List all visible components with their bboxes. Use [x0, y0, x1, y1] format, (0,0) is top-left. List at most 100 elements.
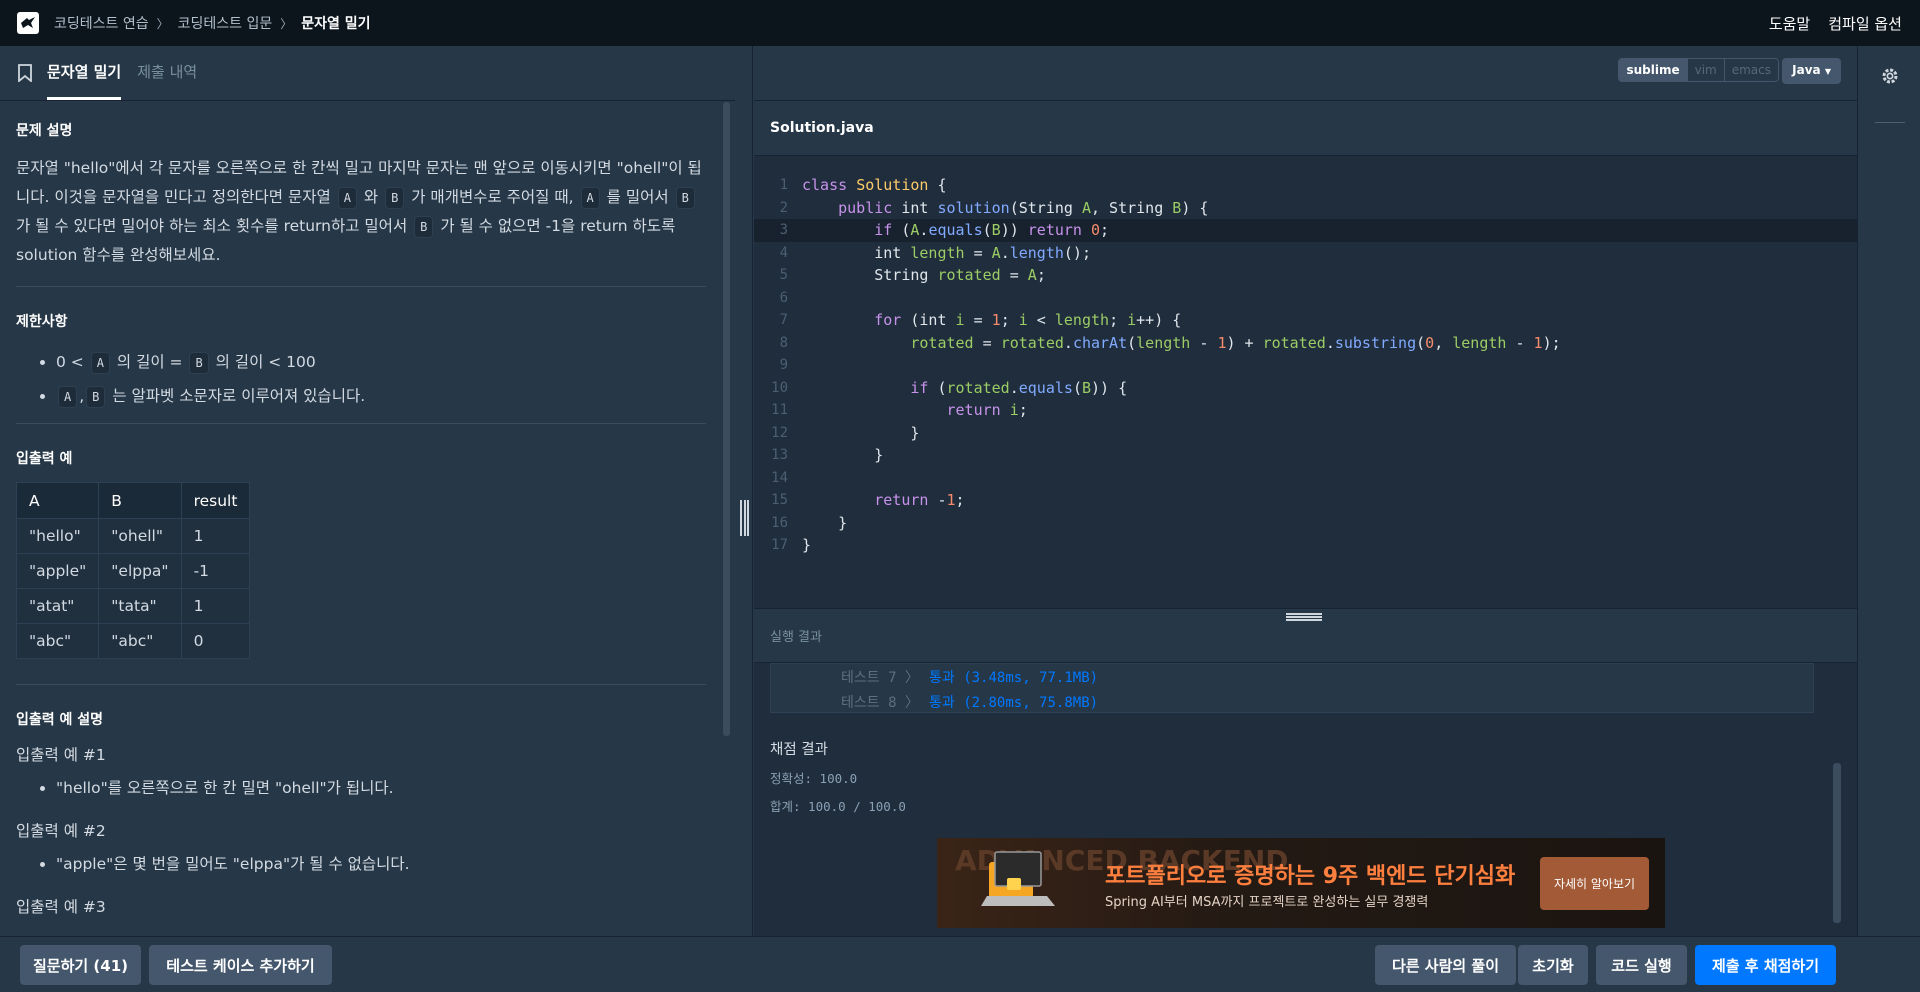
table-cell: "tata": [98, 588, 182, 624]
code-a: A: [580, 187, 600, 209]
code-b: B: [675, 187, 695, 209]
test-result: 통과 (3.48ms, 77.1MB): [929, 669, 1099, 686]
code-line: 9: [754, 354, 1857, 377]
table-cell: -1: [180, 553, 251, 589]
reset-button[interactable]: 초기화: [1518, 945, 1588, 985]
line-number: 12: [771, 424, 788, 441]
table-cell: "elppa": [98, 553, 182, 589]
table-row: "hello" "ohell" 1: [15, 518, 251, 554]
test-results-box: 테스트 7 〉 통과 (3.48ms, 77.1MB) 테스트 8 〉 통과 (…: [770, 663, 1814, 713]
description-part: 가 될 수 있다면 밀어야 하는 최소 횟수를 return하고 밀어서: [16, 217, 408, 235]
table-cell: 1: [180, 518, 251, 554]
add-test-case-button[interactable]: 테스트 케이스 추가하기: [149, 945, 332, 985]
code-line: 5 String rotated = A;: [754, 264, 1857, 287]
code-line: 1 class Solution {: [754, 174, 1857, 197]
test-row: 테스트 7 〉 통과 (3.48ms, 77.1MB): [841, 664, 1813, 689]
line-number: 5: [779, 267, 788, 284]
compile-options-link[interactable]: 컴파일 옵션: [1828, 13, 1902, 34]
breadcrumb: 코딩테스트 연습 〉 코딩테스트 입문 〉 문자열 밀기: [54, 13, 371, 33]
line-number: 7: [779, 312, 788, 329]
table-cell: "apple": [15, 553, 100, 589]
gear-icon[interactable]: [1880, 66, 1900, 86]
grade-title: 채점 결과: [770, 742, 828, 758]
mode-sublime[interactable]: sublime: [1619, 59, 1687, 81]
limit-text: 는 알파벳 소문자로 이루어져 있습니다.: [112, 387, 366, 405]
tab-problem[interactable]: 문자열 밀기: [47, 61, 122, 100]
code-line: 6: [754, 287, 1857, 310]
code-line: 2 public int solution(String A, String B…: [754, 197, 1857, 220]
divider: [16, 423, 706, 424]
test-name: 테스트 8 〉: [841, 694, 919, 711]
table-cell: "ohell": [98, 518, 182, 554]
table-cell: "abc": [15, 623, 100, 659]
description-heading: 문제 설명: [16, 123, 73, 139]
table-row: "abc" "abc" 0: [15, 623, 251, 659]
line-number: 16: [771, 514, 788, 531]
line-number: 15: [771, 492, 788, 509]
ad-subtitle: Spring AI부터 MSA까지 프로젝트로 완성하는 실무 경쟁력: [1105, 895, 1429, 910]
programmers-logo-icon[interactable]: [17, 12, 39, 34]
code-line: 8 rotated = rotated.charAt(length - 1) +…: [754, 332, 1857, 355]
list-item: "apple"은 몇 번을 밀어도 "elppa"가 될 수 없습니다.: [56, 847, 704, 881]
code-line: 13 }: [754, 444, 1857, 467]
code-a: A: [337, 187, 357, 209]
run-code-button[interactable]: 코드 실행: [1596, 945, 1687, 985]
chevron-right-icon: 〉: [280, 16, 293, 31]
limit-text: 의 길이 =: [116, 353, 183, 371]
ask-question-button[interactable]: 질문하기 (41): [20, 945, 141, 985]
line-number: 11: [771, 402, 788, 419]
problem-panel: 문자열 밀기 제출 내역 문제 설명 문자열 "hello"에서 각 문자를 오…: [0, 46, 735, 936]
resize-handle-icon[interactable]: [1286, 613, 1322, 621]
tab-submissions[interactable]: 제출 내역: [137, 61, 197, 100]
breadcrumb-intro[interactable]: 코딩테스트 입문: [178, 13, 273, 33]
code-line-active: 3 if (A.equals(B)) return 0;: [754, 219, 1857, 242]
breadcrumb-practice[interactable]: 코딩테스트 연습: [54, 13, 149, 33]
code-b: B: [189, 352, 209, 374]
table-header: result: [180, 482, 251, 519]
table-row: "apple" "elppa" -1: [15, 553, 251, 589]
code-line: 15 return -1;: [754, 489, 1857, 512]
table-cell: "hello": [15, 518, 100, 554]
line-number: 2: [779, 199, 788, 216]
description-scrollbar[interactable]: [723, 102, 730, 736]
laptop-folder-icon: [981, 851, 1055, 906]
language-label: Java: [1792, 63, 1821, 77]
divider: [16, 684, 706, 685]
mode-vim[interactable]: vim: [1686, 59, 1724, 81]
table-cell: 1: [180, 588, 251, 624]
editor-toolbar: sublime vim emacs Java ▼: [754, 46, 1857, 101]
panel-splitter[interactable]: [735, 46, 753, 936]
mode-emacs[interactable]: emacs: [1723, 59, 1778, 81]
language-dropdown[interactable]: Java ▼: [1782, 58, 1841, 84]
limits-heading: 제한사항: [16, 314, 68, 330]
bookmark-icon[interactable]: [17, 64, 33, 82]
description-part: 가 매개변수로 주어질 때,: [411, 188, 574, 206]
table-header: A: [15, 482, 100, 519]
advertisement-banner[interactable]: ADVANCED BACKEND 포트폴리오로 증명하는 9주 백엔드 단기심화…: [937, 838, 1665, 928]
others-solutions-button[interactable]: 다른 사람의 풀이: [1375, 945, 1516, 985]
line-number: 1: [779, 177, 788, 194]
editor-panel: sublime vim emacs Java ▼ Solution.java 1…: [754, 46, 1857, 936]
code-editor[interactable]: 1 class Solution { 2 public int solution(…: [754, 156, 1857, 608]
limit-text: ,: [79, 387, 85, 405]
help-link[interactable]: 도움말: [1769, 13, 1810, 34]
test-result: 통과 (2.80ms, 75.8MB): [929, 694, 1099, 711]
line-number: 14: [771, 469, 788, 486]
table-header-row: A B result: [15, 482, 251, 519]
code-b: B: [86, 386, 106, 408]
io-heading: 입출력 예: [16, 451, 73, 467]
line-number: 3: [779, 222, 788, 239]
result-scrollbar[interactable]: [1833, 763, 1841, 923]
list-item: A,B 는 알파벳 소문자로 이루어져 있습니다.: [56, 379, 704, 413]
grade-accuracy: 정확성: 100.0: [770, 771, 858, 786]
resize-handle-icon[interactable]: [740, 500, 749, 536]
test-row: 테스트 8 〉 통과 (2.80ms, 75.8MB): [841, 689, 1813, 714]
example-1-title: 입출력 예 #1: [16, 746, 106, 764]
code-line: 12 }: [754, 422, 1857, 445]
io-table: A B result "hello" "ohell" 1 "apple" "el…: [15, 482, 251, 659]
submit-button[interactable]: 제출 후 채점하기: [1695, 945, 1836, 985]
ad-title: 포트폴리오로 증명하는 9주 백엔드 단기심화: [1105, 864, 1516, 889]
line-number: 17: [771, 537, 788, 554]
divider: [1875, 122, 1905, 123]
ad-learn-more-button[interactable]: 자세히 알아보기: [1540, 857, 1649, 910]
